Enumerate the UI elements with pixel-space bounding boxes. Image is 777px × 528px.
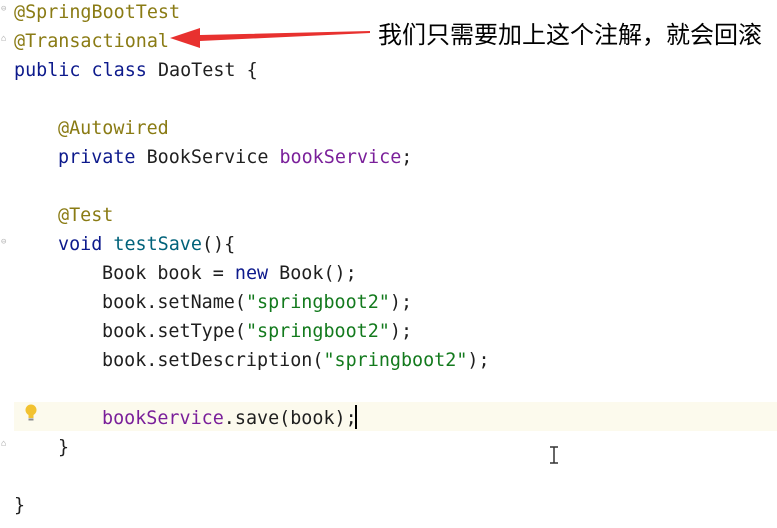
field-name: bookService	[279, 147, 402, 168]
red-arrow-icon	[170, 28, 370, 48]
string-literal: "springboot2"	[245, 292, 390, 313]
string-literal: "springboot2"	[323, 350, 468, 371]
keyword: void	[58, 234, 103, 255]
semicolon: ;	[401, 147, 413, 168]
annotation-transactional: @Transactional	[14, 31, 170, 52]
annotation-autowired: @Autowired	[58, 118, 169, 139]
code-text: );	[467, 350, 490, 371]
text-cursor-icon	[550, 446, 558, 464]
code-text: Book();	[268, 263, 357, 284]
statement-setdescription: book.setDescription("springboot2");	[102, 346, 490, 375]
annotation-note: 我们只需要加上这个注解，就会回滚	[378, 21, 762, 49]
keyword: new	[234, 263, 269, 284]
keyword: class	[91, 60, 147, 81]
statement-save: bookService.save(book);	[102, 404, 357, 433]
statement-settype: book.setType("springboot2");	[102, 317, 412, 346]
fold-marker-icon[interactable]: ⊖	[1, 238, 10, 247]
statement-setname: book.setName("springboot2");	[102, 288, 412, 317]
fold-marker-icon[interactable]: ⊖	[1, 5, 10, 14]
statement-new-book: Book book = new Book();	[102, 259, 357, 288]
class-close-brace: }	[14, 495, 26, 516]
string-literal: "springboot2"	[245, 321, 390, 342]
annotation-test: @Test	[58, 205, 114, 226]
fold-marker-icon[interactable]: ⌂	[1, 440, 10, 449]
method-declaration: void testSave(){	[58, 230, 235, 259]
keyword: public	[14, 60, 81, 81]
method-name: testSave	[113, 234, 202, 255]
method-close-brace: }	[58, 437, 70, 458]
editor-gutter: ⊖ ⌂ ⊖ ⌂	[0, 0, 12, 528]
text-caret	[355, 405, 357, 429]
class-declaration: public class DaoTest {	[14, 56, 258, 85]
code-text: book.setType(	[102, 321, 246, 342]
brace: {	[246, 60, 258, 81]
code-text: book.setName(	[102, 292, 246, 313]
code-text: book.setDescription(	[102, 350, 324, 371]
method-paren: (){	[201, 234, 236, 255]
field-name: bookService	[102, 408, 224, 429]
lightbulb-icon[interactable]	[24, 404, 38, 422]
type-name: BookService	[146, 147, 269, 168]
fold-marker-icon[interactable]: ⌂	[1, 35, 10, 44]
annotation-springboottest: @SpringBootTest	[14, 2, 181, 23]
code-text: );	[389, 321, 413, 342]
code-text: Book book =	[102, 263, 235, 284]
code-editor[interactable]: @SpringBootTest @Transactional public cl…	[14, 0, 777, 528]
code-text: );	[389, 292, 413, 313]
keyword: private	[58, 147, 136, 168]
code-text: .save(book);	[223, 408, 357, 429]
field-declaration: private BookService bookService;	[58, 143, 412, 172]
class-name: DaoTest	[157, 60, 236, 81]
